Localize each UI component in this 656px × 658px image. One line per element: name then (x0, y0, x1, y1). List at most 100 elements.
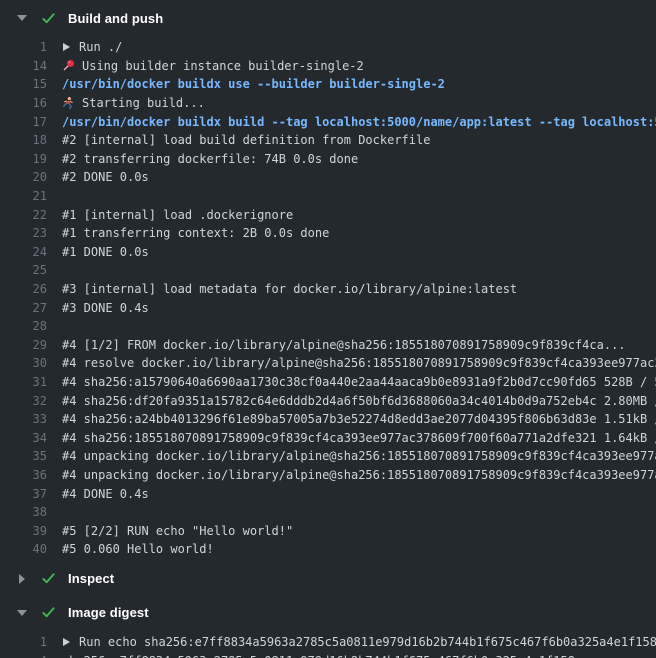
log-line: 33 #4 sha256:a24bb4013296f61e89ba57005a7b… (0, 410, 656, 429)
section-log-lines: 1Run ./14Using builder instance builder-… (0, 38, 656, 559)
log-line: 26 #3 [internal] load metadata for docker… (0, 280, 656, 299)
chevron-down-icon[interactable] (16, 15, 28, 21)
line-content: #3 [internal] load metadata for docker.i… (47, 282, 656, 296)
log-line: 1 Run echo sha256:e7ff8834a5963a2785c5a08… (0, 633, 656, 652)
log-line: 1Run ./ (0, 38, 656, 57)
log-text: #5 [2/2] RUN echo "Hello world!" (62, 524, 293, 538)
log-line: 28 (0, 317, 656, 336)
line-content: #5 0.060 Hello world! (47, 542, 656, 556)
line-content: #5 [2/2] RUN echo "Hello world!" (47, 524, 656, 538)
log-line: 22 #1 [internal] load .dockerignore (0, 205, 656, 224)
line-content: Using builder instance builder-single-2 (47, 59, 656, 73)
line-content: #4 [1/2] FROM docker.io/library/alpine@s… (47, 338, 656, 352)
log-text: #2 DONE 0.0s (62, 170, 149, 184)
log-line: 16Starting build... (0, 94, 656, 113)
log-line: 24#1 DONE 0.0s (0, 243, 656, 262)
line-number-link[interactable]: 27 (0, 301, 47, 315)
line-number-link[interactable]: 24 (0, 245, 47, 259)
line-number-link[interactable]: 22 (0, 208, 47, 222)
line-content: #3 DONE 0.4s (47, 301, 656, 315)
log-line: 37 #4 DONE 0.4s (0, 484, 656, 503)
check-icon (41, 571, 56, 586)
log-line: 21 (0, 187, 656, 206)
log-text: #1 [internal] load .dockerignore (62, 208, 293, 222)
line-content: /usr/bin/docker buildx build --tag local… (47, 115, 656, 129)
section-title: Build and push (68, 11, 163, 26)
log-line: 39 #5 [2/2] RUN echo "Hello world!" (0, 521, 656, 540)
actions-log-viewer: Build and push1Run ./14Using builder ins… (0, 0, 656, 658)
line-number-link[interactable]: 34 (0, 431, 47, 445)
runner-icon (62, 96, 75, 110)
line-number-link[interactable]: 19 (0, 152, 47, 166)
line-number-link[interactable]: 39 (0, 524, 47, 538)
line-number-link[interactable]: 15 (0, 77, 47, 91)
line-content: #4 resolve docker.io/library/alpine@sha2… (47, 356, 656, 370)
log-section-image-digest: Image digest 1 Run echo sha256:e7ff8834a59… (0, 599, 656, 658)
log-line: 20 #2 DONE 0.0s (0, 168, 656, 187)
line-number-link[interactable]: 14 (0, 59, 47, 73)
log-text: #4 sha256:a24bb4013296f61e89ba57005a7b3e… (62, 412, 656, 426)
line-content: #1 DONE 0.0s (47, 245, 656, 259)
log-line: 30 #4 resolve docker.io/library/alpine@sh… (0, 354, 656, 373)
line-content: Starting build... (47, 96, 656, 110)
line-number-link[interactable]: 31 (0, 375, 47, 389)
line-number-link[interactable]: 29 (0, 338, 47, 352)
chevron-right-icon[interactable] (16, 574, 28, 584)
line-number-link[interactable]: 32 (0, 394, 47, 408)
line-number-link[interactable]: 1 (0, 40, 47, 54)
log-line: 34 #4 sha256:185518070891758909c9f839cf4c… (0, 428, 656, 447)
line-number-link[interactable]: 36 (0, 468, 47, 482)
line-number-link[interactable]: 20 (0, 170, 47, 184)
log-line: 40#5 0.060 Hello world! (0, 540, 656, 559)
line-content: #4 DONE 0.4s (47, 487, 656, 501)
line-number-link[interactable]: 28 (0, 319, 47, 333)
pin-icon (62, 59, 75, 72)
chevron-right-icon (19, 574, 25, 584)
line-number-link[interactable]: 21 (0, 189, 47, 203)
log-text: #4 unpacking docker.io/library/alpine@sh… (62, 468, 656, 482)
line-content: /usr/bin/docker buildx use --builder bui… (47, 77, 656, 91)
line-number-link[interactable]: 4 (0, 654, 47, 658)
chevron-down-icon[interactable] (16, 610, 28, 616)
log-text: sha256:e7ff8834a5963a2785c5a0811e979d16b… (62, 654, 575, 658)
line-number-link[interactable]: 40 (0, 542, 47, 556)
line-content: #2 DONE 0.0s (47, 170, 656, 184)
line-number-link[interactable]: 26 (0, 282, 47, 296)
log-line: 32#4 sha256:df20fa9351a15782c64e6dddb2d4… (0, 391, 656, 410)
log-text: #4 sha256:a15790640a6690aa1730c38cf0a440… (62, 375, 656, 389)
line-content: #4 sha256:185518070891758909c9f839cf4ca3… (47, 431, 656, 445)
section-header-image-digest[interactable]: Image digest (0, 599, 656, 627)
line-content: sha256:e7ff8834a5963a2785c5a0811e979d16b… (47, 654, 656, 658)
log-line: 35 #4 unpacking docker.io/library/alpine@… (0, 447, 656, 466)
line-number-link[interactable]: 18 (0, 133, 47, 147)
line-number-link[interactable]: 17 (0, 115, 47, 129)
line-number-link[interactable]: 23 (0, 226, 47, 240)
run-step-expand-arrow-icon[interactable] (63, 638, 70, 646)
log-line: 23#1 transferring context: 2B 0.0s done (0, 224, 656, 243)
line-number-link[interactable]: 33 (0, 412, 47, 426)
line-number-link[interactable]: 30 (0, 356, 47, 370)
line-content: #1 [internal] load .dockerignore (47, 208, 656, 222)
check-icon (41, 11, 56, 26)
line-number-link[interactable]: 25 (0, 263, 47, 277)
log-text: #4 DONE 0.4s (62, 487, 149, 501)
log-text: #4 sha256:185518070891758909c9f839cf4ca3… (62, 431, 656, 445)
log-text: #4 resolve docker.io/library/alpine@sha2… (62, 356, 656, 370)
line-number-link[interactable]: 16 (0, 96, 47, 110)
log-text: Run echo sha256:e7ff8834a5963a2785c5a081… (79, 635, 656, 649)
line-number-link[interactable]: 1 (0, 635, 47, 649)
chevron-down-icon (17, 15, 27, 21)
section-title: Inspect (68, 571, 114, 586)
run-step-expand-arrow-icon[interactable] (63, 43, 70, 51)
section-header-inspect[interactable]: Inspect (0, 565, 656, 593)
line-number-link[interactable]: 37 (0, 487, 47, 501)
line-content: Run ./ (47, 40, 656, 54)
log-text: #4 unpacking docker.io/library/alpine@sh… (62, 449, 656, 463)
log-text: Using builder instance builder-single-2 (82, 59, 364, 73)
line-number-link[interactable]: 38 (0, 505, 47, 519)
log-line: 38 (0, 503, 656, 522)
log-text: #2 [internal] load build definition from… (62, 133, 430, 147)
log-text: #3 [internal] load metadata for docker.i… (62, 282, 517, 296)
section-header-build-and-push[interactable]: Build and push (0, 4, 656, 32)
line-number-link[interactable]: 35 (0, 449, 47, 463)
